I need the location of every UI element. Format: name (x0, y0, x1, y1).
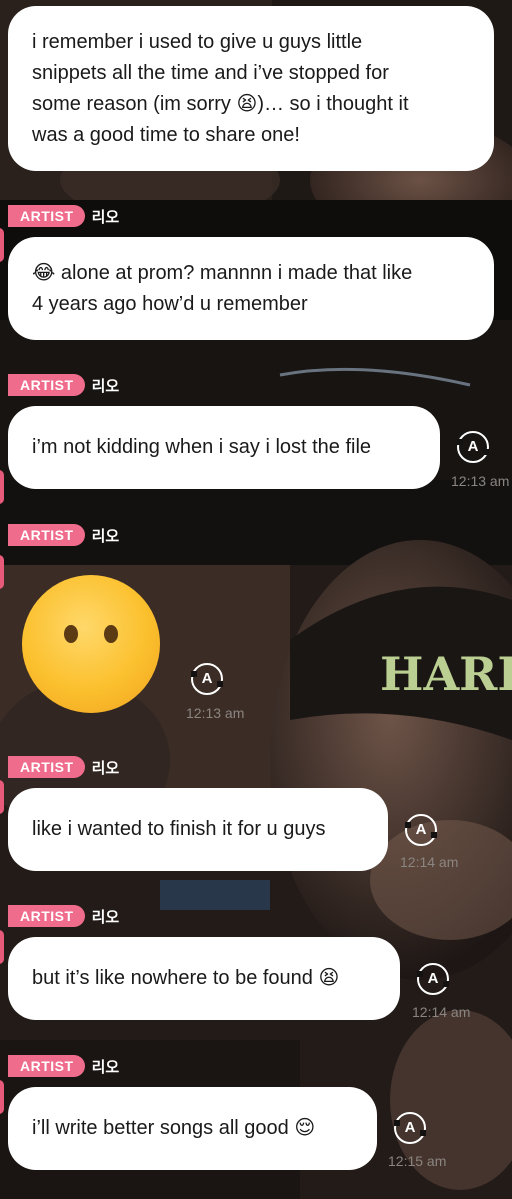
sender-label: ARTIST 리오 (8, 1054, 119, 1078)
timestamp: 12:14 am (400, 854, 459, 870)
sender-name: 리오 (91, 208, 120, 226)
message-line: some reason (im sorry 😫)… so i thought i… (32, 93, 409, 115)
message-bubble[interactable]: 😂 alone at prom? mannnn i made that like… (8, 237, 494, 340)
translate-glyph: A (427, 970, 439, 987)
message-line: 😂 alone at prom? mannnn i made that like (32, 262, 413, 284)
artist-badge: ARTIST (8, 205, 85, 227)
timestamp: 12:13 am (451, 473, 510, 489)
artist-badge: ARTIST (8, 905, 85, 927)
sender-label: ARTIST 리오 (8, 755, 119, 779)
sender-name: 리오 (91, 908, 120, 926)
message-line: was a good time to share one! (32, 124, 300, 146)
message-bubble[interactable]: i remember i used to give u guys little … (8, 6, 494, 171)
artist-badge: ARTIST (8, 756, 85, 778)
svg-text:HARD: HARD (380, 647, 512, 701)
message-line: 4 years ago how’d u remember (32, 293, 308, 315)
translate-icon[interactable]: A (417, 963, 449, 995)
message-text: like i wanted to finish it for u guys (32, 818, 326, 840)
timestamp: 12:15 am (388, 1153, 447, 1169)
artist-badge: ARTIST (8, 1055, 85, 1077)
timestamp: 12:14 am (412, 1004, 471, 1020)
message-bubble[interactable]: i’m not kidding when i say i lost the fi… (8, 406, 440, 489)
sender-label: ARTIST 리오 (8, 373, 119, 397)
sender-name: 리오 (91, 1058, 120, 1076)
sender-name: 리오 (91, 527, 120, 545)
translate-icon[interactable]: A (191, 663, 223, 695)
sender-label: ARTIST 리오 (8, 904, 119, 928)
edge-marker (0, 470, 4, 504)
artist-badge: ARTIST (8, 524, 85, 546)
edge-marker (0, 1080, 4, 1114)
translate-icon[interactable]: A (394, 1112, 426, 1144)
sender-name: 리오 (91, 377, 120, 395)
sender-name: 리오 (91, 759, 120, 777)
edge-marker (0, 930, 4, 964)
sender-label: ARTIST 리오 (8, 523, 119, 547)
translate-glyph: A (201, 670, 213, 687)
message-text: but it’s like nowhere to be found 😫 (32, 967, 340, 989)
edge-marker (0, 228, 4, 262)
edge-marker (0, 555, 4, 589)
message-line: snippets all the time and i’ve stopped f… (32, 62, 389, 84)
message-bubble[interactable]: but it’s like nowhere to be found 😫 (8, 937, 400, 1020)
translate-glyph: A (404, 1119, 416, 1136)
translate-glyph: A (467, 438, 479, 455)
translate-icon[interactable]: A (457, 431, 489, 463)
translate-glyph: A (415, 821, 427, 838)
emoji-eye (104, 625, 118, 643)
message-bubble[interactable]: like i wanted to finish it for u guys (8, 788, 388, 871)
sender-label: ARTIST 리오 (8, 204, 119, 228)
artist-badge: ARTIST (8, 374, 85, 396)
no-mouth-face-emoji[interactable] (22, 575, 160, 713)
message-line: i remember i used to give u guys little (32, 31, 363, 53)
edge-marker (0, 780, 4, 814)
emoji-eye (64, 625, 78, 643)
message-bubble[interactable]: i’ll write better songs all good 😌 (8, 1087, 377, 1170)
timestamp: 12:13 am (186, 705, 245, 721)
message-text: i’m not kidding when i say i lost the fi… (32, 436, 372, 458)
message-text: i’ll write better songs all good 😌 (32, 1117, 316, 1139)
translate-icon[interactable]: A (405, 814, 437, 846)
